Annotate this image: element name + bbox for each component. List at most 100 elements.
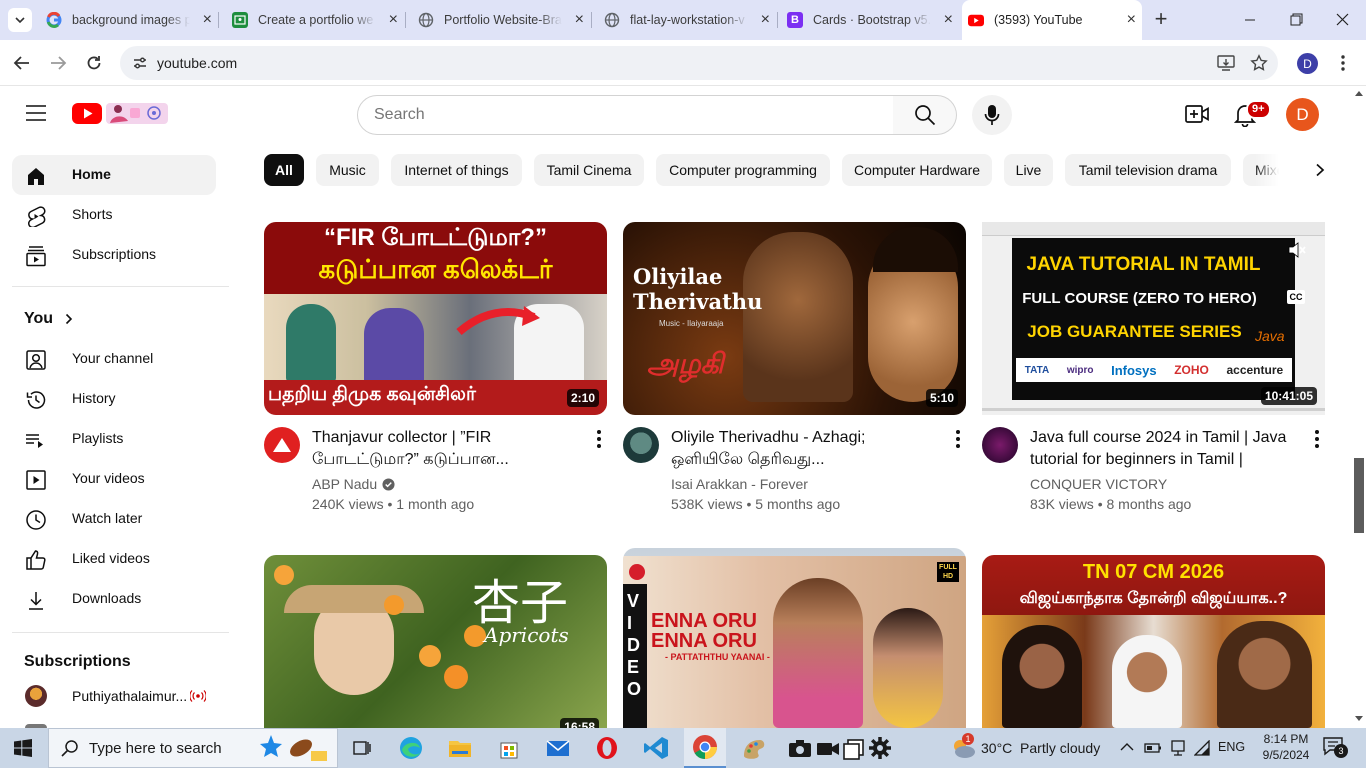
video-options-icon[interactable] xyxy=(946,427,970,451)
wifi-icon[interactable] xyxy=(1194,740,1210,756)
video-thumbnail[interactable]: VIDEO ENNA ORU ENNA ORU - PATTATHTHU YAA… xyxy=(623,548,966,728)
copy-windows-icon[interactable] xyxy=(840,734,868,762)
scroll-down-arrow-icon[interactable] xyxy=(1355,716,1363,722)
video-title[interactable]: Thanjavur collector | ”FIR போடட்டுமா?” க… xyxy=(312,427,578,471)
sidebar-item-shorts[interactable]: Shorts xyxy=(12,195,216,235)
video-thumbnail[interactable]: JAVA TUTORIAL IN TAMIL FULL COURSE (ZERO… xyxy=(982,222,1325,415)
edge-browser-icon[interactable] xyxy=(397,734,425,762)
sidebar-you-heading[interactable]: You xyxy=(24,310,73,328)
bookmark-star-icon[interactable] xyxy=(1250,54,1268,72)
chip-mixes[interactable]: Mixes xyxy=(1243,154,1303,186)
minimize-button[interactable] xyxy=(1240,12,1260,28)
action-center-button[interactable]: 3 xyxy=(1322,736,1352,760)
browser-profile-avatar[interactable]: D xyxy=(1297,53,1318,74)
clock[interactable]: 8:14 PM 9/5/2024 xyxy=(1256,731,1316,763)
sidebar-item-liked-videos[interactable]: Liked videos xyxy=(12,539,216,579)
sidebar-item-subscriptions[interactable]: Subscriptions xyxy=(12,235,216,275)
address-bar[interactable]: youtube.com xyxy=(120,46,1278,80)
close-tab-icon[interactable]: × xyxy=(944,12,953,28)
account-avatar[interactable]: D xyxy=(1286,98,1319,131)
windows-start-icon[interactable] xyxy=(14,739,32,757)
hamburger-menu-icon[interactable] xyxy=(26,104,46,122)
restore-button[interactable] xyxy=(1286,12,1306,28)
mute-icon[interactable] xyxy=(1287,240,1307,260)
video-title[interactable]: Oliyile Therivadhu - Azhagi; ஒளியிலே தெர… xyxy=(671,427,937,471)
channel-name[interactable]: ABP Nadu xyxy=(312,476,395,492)
task-view-icon[interactable] xyxy=(348,734,376,762)
chip-tamil-television-drama[interactable]: Tamil television drama xyxy=(1065,154,1231,186)
channel-avatar[interactable] xyxy=(623,427,659,463)
sidebar-item-downloads[interactable]: Downloads xyxy=(12,579,216,619)
video-thumbnail[interactable]: “FIR போடட்டுமா?” கடுப்பான கலெக்டர் பதறிய… xyxy=(264,222,607,415)
video-thumbnail[interactable]: Oliyilae Therivathu Music - Ilaiyaraaja … xyxy=(623,222,966,415)
channel-avatar[interactable] xyxy=(264,427,300,463)
sidebar-item-playlists[interactable]: Playlists xyxy=(12,419,216,459)
sidebar-item-history[interactable]: History xyxy=(12,379,216,419)
chrome-taskbar-button[interactable] xyxy=(684,728,726,768)
reload-icon[interactable] xyxy=(84,53,104,73)
taskbar-search-box[interactable]: Type here to search xyxy=(48,728,338,768)
sidebar-item-home[interactable]: Home xyxy=(12,155,216,195)
site-info-icon[interactable] xyxy=(132,55,148,71)
vscode-icon[interactable] xyxy=(642,734,670,762)
close-tab-icon[interactable]: × xyxy=(389,12,398,28)
install-app-icon[interactable] xyxy=(1217,55,1235,71)
back-icon[interactable] xyxy=(12,54,32,72)
file-explorer-icon[interactable] xyxy=(446,734,474,762)
paint-app-icon[interactable] xyxy=(740,734,768,762)
video-options-icon[interactable] xyxy=(587,427,611,451)
network-icon[interactable] xyxy=(1170,740,1186,756)
weather-widget[interactable]: 1 30°C Partly cloudy xyxy=(946,728,1106,768)
video-title[interactable]: Java full course 2024 in Tamil | Java tu… xyxy=(1030,427,1296,471)
closed-captions-button[interactable]: CC xyxy=(1287,290,1305,304)
microsoft-store-icon[interactable] xyxy=(495,734,523,762)
battery-icon[interactable] xyxy=(1144,741,1162,755)
chip-computer-programming[interactable]: Computer programming xyxy=(656,154,830,186)
language-indicator[interactable]: ENG xyxy=(1218,740,1245,754)
tab-search-button[interactable] xyxy=(8,8,32,32)
channel-avatar[interactable] xyxy=(982,427,1018,463)
video-thumbnail[interactable]: TN 07 CM 2026 விஜய்காந்தாக தோன்றி விஜய்ய… xyxy=(982,555,1325,728)
channel-name[interactable]: Isai Arakkan - Forever xyxy=(671,476,808,492)
close-tab-icon[interactable]: × xyxy=(1127,12,1136,28)
voice-search-button[interactable] xyxy=(972,95,1012,135)
search-input[interactable] xyxy=(374,106,854,124)
chip-scroll-right-button[interactable] xyxy=(1304,154,1336,186)
browser-tab[interactable]: background images p × xyxy=(40,6,218,34)
camera-icon[interactable] xyxy=(786,734,814,762)
video-options-icon[interactable] xyxy=(1305,427,1329,451)
browser-tab-active[interactable]: (3593) YouTube × xyxy=(962,0,1142,40)
sidebar-subscription-channel[interactable]: Puthiyathalaimur... xyxy=(12,676,216,716)
close-tab-icon[interactable]: × xyxy=(761,12,770,28)
close-tab-icon[interactable]: × xyxy=(203,12,212,28)
create-video-icon[interactable] xyxy=(1185,104,1209,124)
youtube-logo[interactable] xyxy=(72,101,168,127)
settings-gear-icon[interactable] xyxy=(866,734,894,762)
mail-icon[interactable] xyxy=(544,734,572,762)
browser-tab[interactable]: flat-lay-workstation-v × xyxy=(598,6,776,34)
search-box[interactable] xyxy=(357,95,894,135)
chip-internet-of-things[interactable]: Internet of things xyxy=(391,154,522,186)
scrollbar-thumb[interactable] xyxy=(1354,458,1364,533)
video-camera-icon[interactable] xyxy=(814,734,842,762)
sidebar-item-your-channel[interactable]: Your channel xyxy=(12,339,216,379)
opera-icon[interactable] xyxy=(593,734,621,762)
video-thumbnail[interactable]: 杏子 Apricots 16:58 xyxy=(264,555,607,728)
chip-computer-hardware[interactable]: Computer Hardware xyxy=(842,154,992,186)
chip-tamil-cinema[interactable]: Tamil Cinema xyxy=(534,154,644,186)
search-button[interactable] xyxy=(893,95,957,135)
browser-tab[interactable]: Create a portfolio we × xyxy=(226,6,404,34)
show-hidden-icons-chevron-icon[interactable] xyxy=(1120,742,1134,752)
page-scrollbar[interactable] xyxy=(1352,86,1366,728)
channel-name[interactable]: CONQUER VICTORY xyxy=(1030,476,1167,492)
chip-all[interactable]: All xyxy=(264,154,304,186)
browser-tab[interactable]: B Cards · Bootstrap v5. × xyxy=(781,6,959,34)
chip-live[interactable]: Live xyxy=(1004,154,1053,186)
forward-icon[interactable] xyxy=(48,54,68,72)
browser-tab[interactable]: Portfolio Website-Bra × xyxy=(412,6,590,34)
scroll-up-arrow-icon[interactable] xyxy=(1355,90,1363,96)
sidebar-item-watch-later[interactable]: Watch later xyxy=(12,499,216,539)
close-window-button[interactable] xyxy=(1332,12,1352,28)
close-tab-icon[interactable]: × xyxy=(575,12,584,28)
more-menu-icon[interactable] xyxy=(1336,53,1350,73)
